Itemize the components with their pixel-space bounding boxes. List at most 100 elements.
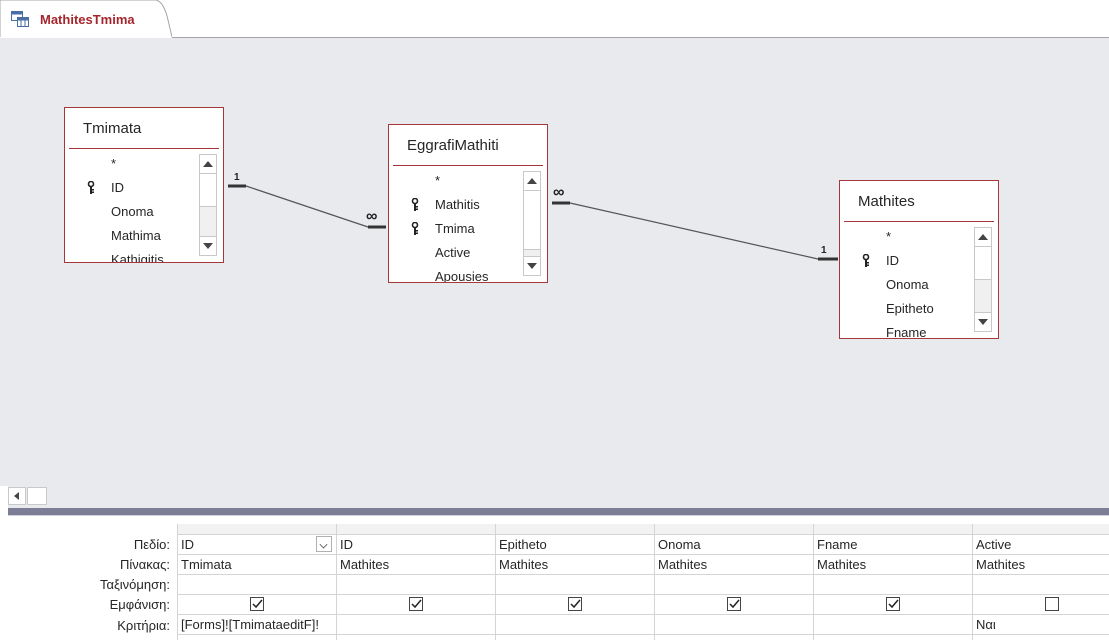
table-cell[interactable]: Mathites: [814, 555, 972, 575]
pane-splitter[interactable]: [8, 508, 1109, 516]
field-list-scrollbar[interactable]: [974, 227, 992, 332]
scroll-thumb[interactable]: [975, 247, 991, 280]
field-name: *: [111, 156, 117, 171]
scroll-left-arrow-icon[interactable]: [8, 487, 26, 505]
show-checkbox[interactable]: [886, 597, 900, 611]
query-design-canvas[interactable]: 1 ∞ ∞ 1 Tmimata * ID Onoma Mathima Kathi…: [0, 38, 1109, 486]
row-label-field: Πεδίο:: [133, 537, 170, 552]
relationship-many-label: ∞: [366, 208, 378, 225]
sort-cell[interactable]: [337, 575, 495, 595]
scroll-thumb[interactable]: [524, 191, 540, 250]
field-item[interactable]: *: [840, 225, 970, 249]
grid-column[interactable]: Fname Mathites: [813, 524, 972, 640]
table-cell[interactable]: Mathites: [973, 555, 1109, 575]
criteria-cell[interactable]: [655, 615, 813, 635]
sort-cell[interactable]: [496, 575, 654, 595]
sort-cell[interactable]: [973, 575, 1109, 595]
table-cell[interactable]: Mathites: [337, 555, 495, 575]
field-item[interactable]: Kathigitis: [65, 248, 195, 262]
tab-title: MathitesTmima: [40, 12, 135, 27]
field-item[interactable]: *: [389, 169, 519, 193]
field-item[interactable]: Tmima: [389, 217, 519, 241]
column-selector[interactable]: [814, 524, 972, 535]
column-selector[interactable]: [973, 524, 1109, 535]
show-checkbox[interactable]: [727, 597, 741, 611]
show-cell[interactable]: [814, 595, 972, 615]
scroll-down-arrow-icon[interactable]: [200, 236, 216, 255]
field-cell[interactable]: ID: [337, 535, 495, 555]
field-item[interactable]: *: [65, 152, 195, 176]
relationship-eggrafi-mathites[interactable]: [552, 201, 838, 261]
grid-column[interactable]: Onoma Mathites: [654, 524, 813, 640]
grid-column[interactable]: Epitheto Mathites: [495, 524, 654, 640]
sort-cell[interactable]: [178, 575, 336, 595]
sort-cell[interactable]: [655, 575, 813, 595]
field-cell[interactable]: Onoma: [655, 535, 813, 555]
field-item[interactable]: Mathitis: [389, 193, 519, 217]
criteria-cell[interactable]: [814, 615, 972, 635]
field-item[interactable]: Epitheto: [840, 297, 970, 321]
field-item[interactable]: Mathima: [65, 224, 195, 248]
column-selector[interactable]: [655, 524, 813, 535]
field-cell[interactable]: Active: [973, 535, 1109, 555]
sort-cell[interactable]: [814, 575, 972, 595]
scroll-down-arrow-icon[interactable]: [975, 312, 991, 331]
column-selector[interactable]: [496, 524, 654, 535]
row-label-table: Πίνακας:: [119, 557, 170, 572]
show-cell[interactable]: [337, 595, 495, 615]
show-cell[interactable]: [496, 595, 654, 615]
field-cell[interactable]: ID: [178, 535, 336, 555]
field-item[interactable]: ID: [65, 176, 195, 200]
field-list-scrollbar[interactable]: [199, 154, 217, 256]
show-cell[interactable]: [655, 595, 813, 615]
field-item[interactable]: Apousies: [389, 265, 519, 282]
field-item[interactable]: Onoma: [840, 273, 970, 297]
grid-column[interactable]: ID Tmimata [Forms]![TmimataeditF]!: [177, 524, 336, 640]
table-cell[interactable]: Mathites: [655, 555, 813, 575]
relationship-tmimata-eggrafi[interactable]: [228, 184, 386, 229]
show-checkbox[interactable]: [409, 597, 423, 611]
primary-key-icon: [87, 180, 95, 194]
grid-column[interactable]: ID Mathites: [336, 524, 495, 640]
table-cell[interactable]: Tmimata: [178, 555, 336, 575]
show-checkbox[interactable]: [568, 597, 582, 611]
criteria-cell[interactable]: [337, 615, 495, 635]
column-selector[interactable]: [337, 524, 495, 535]
table-tmimata[interactable]: Tmimata * ID Onoma Mathima Kathigitis: [64, 107, 224, 263]
scroll-thumb[interactable]: [27, 487, 47, 505]
table-eggrafimathiti[interactable]: EggrafiMathiti * Mathitis Tmima Active A…: [388, 124, 548, 283]
query-tab[interactable]: MathitesTmima: [0, 0, 172, 38]
criteria-cell[interactable]: [496, 615, 654, 635]
scroll-up-arrow-icon[interactable]: [975, 228, 991, 247]
criteria-cell[interactable]: Ναι: [973, 615, 1109, 635]
field-name: Mathitis: [435, 197, 480, 212]
scroll-up-arrow-icon[interactable]: [524, 172, 540, 191]
field-name: Apousies: [435, 269, 489, 282]
scroll-up-arrow-icon[interactable]: [200, 155, 216, 174]
field-item[interactable]: Onoma: [65, 200, 195, 224]
field-list-scrollbar[interactable]: [523, 171, 541, 276]
show-checkbox[interactable]: [1045, 597, 1059, 611]
field-list[interactable]: * Mathitis Tmima Active Apousies: [389, 169, 519, 282]
field-item[interactable]: Active: [389, 241, 519, 265]
field-cell[interactable]: Epitheto: [496, 535, 654, 555]
field-list[interactable]: * ID Onoma Mathima Kathigitis: [65, 152, 195, 262]
scroll-down-arrow-icon[interactable]: [524, 256, 540, 275]
canvas-horizontal-scrollbar[interactable]: [8, 486, 1109, 508]
chevron-down-icon[interactable]: [316, 536, 332, 552]
field-item[interactable]: Fname: [840, 321, 970, 338]
scroll-thumb[interactable]: [200, 174, 216, 207]
table-title-divider: [393, 165, 543, 166]
field-item[interactable]: ID: [840, 249, 970, 273]
table-mathites[interactable]: Mathites * ID Onoma Epitheto Fname: [839, 180, 999, 339]
column-selector[interactable]: [178, 524, 336, 535]
table-cell[interactable]: Mathites: [496, 555, 654, 575]
show-cell[interactable]: [178, 595, 336, 615]
grid-column[interactable]: Active Mathites Ναι: [972, 524, 1109, 640]
field-cell[interactable]: Fname: [814, 535, 972, 555]
criteria-cell[interactable]: [Forms]![TmimataeditF]!: [178, 615, 336, 635]
table-title: EggrafiMathiti: [407, 137, 499, 154]
field-list[interactable]: * ID Onoma Epitheto Fname: [840, 225, 970, 338]
show-checkbox[interactable]: [250, 597, 264, 611]
show-cell[interactable]: [973, 595, 1109, 615]
